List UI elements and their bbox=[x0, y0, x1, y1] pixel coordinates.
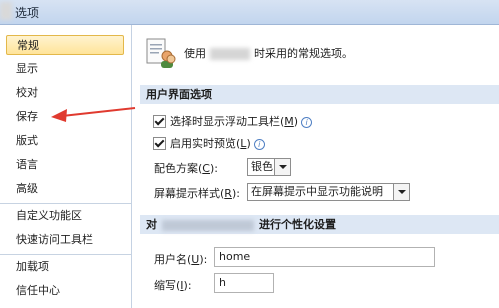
mini-toolbar-option[interactable]: 选择时显示浮动工具栏(M) i bbox=[153, 114, 313, 130]
initials-input[interactable]: h bbox=[214, 273, 274, 293]
app-name-obscured bbox=[162, 219, 254, 231]
general-options-icon bbox=[146, 38, 176, 68]
mini-toolbar-checkbox[interactable] bbox=[153, 114, 166, 128]
nav-divider bbox=[0, 203, 131, 204]
username-label: 用户名(U): bbox=[154, 253, 208, 266]
username-input[interactable]: home bbox=[214, 247, 435, 267]
section-header-ui-options: 用户界面选项 bbox=[140, 85, 499, 104]
screentip-style-label: 屏幕提示样式(R): bbox=[154, 187, 240, 200]
initials-label: 缩写(I): bbox=[154, 279, 192, 292]
chevron-down-icon[interactable] bbox=[274, 159, 290, 175]
nav-item-language[interactable]: 语言 bbox=[6, 155, 124, 175]
nav-divider bbox=[0, 254, 131, 255]
info-icon[interactable]: i bbox=[253, 138, 265, 150]
mini-toolbar-accesskey: M bbox=[284, 115, 294, 128]
color-scheme-label: 配色方案(C): bbox=[154, 162, 218, 175]
info-icon[interactable]: i bbox=[301, 116, 313, 128]
title-icon-obscured bbox=[0, 2, 12, 20]
nav-item-advanced[interactable]: 高级 bbox=[6, 179, 124, 199]
nav-item-add-ins[interactable]: 加载项 bbox=[6, 257, 124, 277]
app-name-obscured bbox=[210, 48, 250, 60]
nav-item-quick-access-toolbar[interactable]: 快速访问工具栏 bbox=[6, 230, 124, 250]
personalize-header-suffix: 进行个性化设置 bbox=[259, 218, 336, 231]
intro-suffix: 时采用的常规选项。 bbox=[254, 47, 353, 60]
color-scheme-value: 银色 bbox=[251, 160, 273, 173]
nav-item-customize-ribbon[interactable]: 自定义功能区 bbox=[6, 206, 124, 226]
color-scheme-select[interactable]: 银色 bbox=[247, 158, 291, 176]
options-nav: 常规 显示 校对 保存 版式 语言 高级 自定义功能区 快速访问工具栏 加载项 … bbox=[0, 25, 132, 308]
general-intro: 使用 时采用的常规选项。 bbox=[184, 45, 353, 61]
nav-item-layout[interactable]: 版式 bbox=[6, 131, 124, 151]
live-preview-checkbox[interactable] bbox=[153, 136, 166, 150]
screentip-style-value: 在屏幕提示中显示功能说明 bbox=[251, 185, 383, 198]
live-preview-label: 启用实时预览 bbox=[170, 137, 236, 150]
section-header-personalize: 对 进行个性化设置 bbox=[140, 215, 499, 234]
window-title: 选项 bbox=[15, 6, 40, 20]
chevron-down-icon[interactable] bbox=[393, 184, 409, 200]
nav-item-display[interactable]: 显示 bbox=[6, 59, 124, 79]
nav-item-proofing[interactable]: 校对 bbox=[6, 83, 124, 103]
screentip-style-select[interactable]: 在屏幕提示中显示功能说明 bbox=[247, 183, 410, 201]
nav-item-general[interactable]: 常规 bbox=[6, 35, 124, 55]
options-main-pane: 使用 时采用的常规选项。 用户界面选项 选择时显示浮动工具栏(M) i 启用实时预览… bbox=[132, 25, 499, 308]
personalize-header-prefix: 对 bbox=[146, 218, 157, 231]
red-arrow-annotation bbox=[51, 107, 136, 122]
title-bar: 选项 bbox=[0, 0, 499, 25]
live-preview-accesskey: L bbox=[240, 137, 247, 150]
intro-prefix: 使用 bbox=[184, 47, 206, 60]
live-preview-option[interactable]: 启用实时预览(L) i bbox=[153, 136, 265, 152]
nav-item-trust-center[interactable]: 信任中心 bbox=[6, 281, 124, 301]
mini-toolbar-label: 选择时显示浮动工具栏 bbox=[170, 115, 280, 128]
